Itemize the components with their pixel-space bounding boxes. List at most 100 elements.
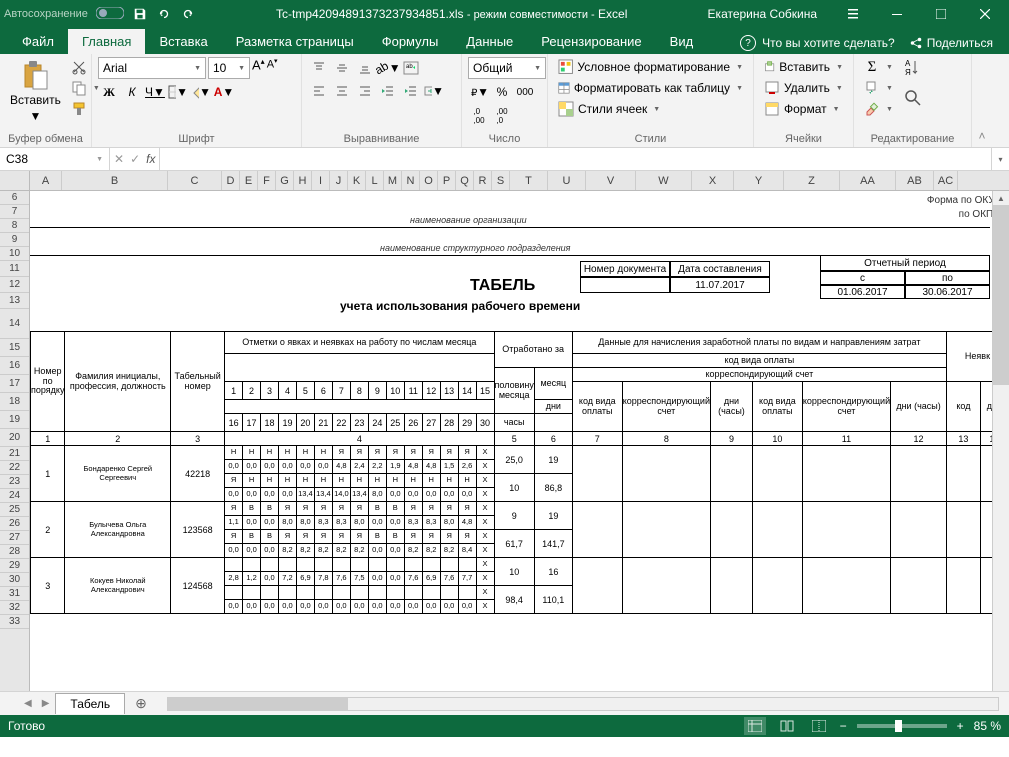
cell-styles-button[interactable]: Стили ячеек▼ bbox=[554, 99, 747, 119]
row-header[interactable]: 20 bbox=[0, 429, 29, 447]
redo-icon[interactable] bbox=[180, 6, 196, 22]
col-header[interactable]: D bbox=[222, 171, 240, 190]
vertical-scrollbar[interactable]: ▲ bbox=[992, 191, 1009, 691]
row-header[interactable]: 27 bbox=[0, 531, 29, 545]
col-header[interactable]: P bbox=[438, 171, 456, 190]
font-name-combo[interactable]: Arial▼ bbox=[98, 57, 206, 79]
formula-input[interactable] bbox=[160, 148, 991, 170]
comma-icon[interactable]: 000 bbox=[514, 81, 536, 103]
wrap-text-icon[interactable]: ab bbox=[400, 57, 422, 79]
currency-icon[interactable]: ₽▼ bbox=[468, 81, 490, 103]
row-header[interactable]: 26 bbox=[0, 517, 29, 531]
paste-button[interactable]: Вставить▼ bbox=[6, 57, 65, 131]
row-header[interactable]: 9 bbox=[0, 233, 29, 247]
col-header[interactable]: T bbox=[510, 171, 548, 190]
align-middle-icon[interactable] bbox=[331, 57, 353, 79]
col-header[interactable]: O bbox=[420, 171, 438, 190]
row-header[interactable]: 8 bbox=[0, 219, 29, 233]
col-header[interactable]: L bbox=[366, 171, 384, 190]
col-header[interactable]: J bbox=[330, 171, 348, 190]
row-header[interactable]: 31 bbox=[0, 587, 29, 601]
tab-nav-prev-icon[interactable]: ◀ bbox=[20, 698, 36, 709]
clear-button[interactable]: ▼ bbox=[860, 99, 897, 119]
tab-formulas[interactable]: Формулы bbox=[368, 29, 453, 54]
increase-decimal-icon[interactable]: ,0,00 bbox=[468, 105, 490, 127]
row-header[interactable]: 11 bbox=[0, 261, 29, 277]
row-header[interactable]: 25 bbox=[0, 503, 29, 517]
percent-icon[interactable]: % bbox=[491, 81, 513, 103]
tab-home[interactable]: Главная bbox=[68, 29, 145, 54]
conditional-formatting-button[interactable]: Условное форматирование▼ bbox=[554, 57, 747, 77]
autosave-toggle[interactable] bbox=[96, 7, 124, 22]
add-sheet-icon[interactable]: ⊕ bbox=[127, 695, 155, 712]
border-button[interactable]: ▼ bbox=[167, 81, 189, 103]
delete-cells-button[interactable]: Удалить▼ bbox=[760, 78, 847, 98]
save-icon[interactable] bbox=[132, 6, 148, 22]
font-size-combo[interactable]: 10▼ bbox=[208, 57, 250, 79]
zoom-level[interactable]: 85 % bbox=[974, 719, 1001, 733]
select-all-corner[interactable] bbox=[0, 171, 30, 190]
sheet-tab[interactable]: Табель bbox=[55, 693, 125, 714]
col-header[interactable]: K bbox=[348, 171, 366, 190]
row-header[interactable]: 17 bbox=[0, 375, 29, 393]
italic-button[interactable]: К bbox=[121, 81, 143, 103]
decrease-indent-icon[interactable] bbox=[377, 80, 399, 102]
collapse-ribbon-icon[interactable]: ˄ bbox=[972, 54, 992, 147]
share-button[interactable]: Поделиться bbox=[901, 32, 1001, 54]
normal-view-icon[interactable] bbox=[744, 717, 766, 735]
fill-button[interactable]: ▼ bbox=[860, 78, 897, 98]
align-center-icon[interactable] bbox=[331, 80, 353, 102]
tellme[interactable]: Что вы хотите сделать? bbox=[762, 36, 895, 50]
format-cells-button[interactable]: Формат▼ bbox=[760, 99, 847, 119]
autosum-button[interactable]: Σ▼ bbox=[860, 57, 897, 77]
row-header[interactable]: 23 bbox=[0, 475, 29, 489]
row-header[interactable]: 13 bbox=[0, 293, 29, 309]
row-header[interactable]: 7 bbox=[0, 205, 29, 219]
row-header[interactable]: 32 bbox=[0, 601, 29, 615]
row-header[interactable]: 28 bbox=[0, 545, 29, 559]
number-format-combo[interactable]: Общий▼ bbox=[468, 57, 546, 79]
fx-icon[interactable]: fx bbox=[146, 152, 155, 166]
font-color-button[interactable]: A▼ bbox=[213, 81, 235, 103]
help-icon[interactable]: ? bbox=[740, 35, 756, 51]
tab-data[interactable]: Данные bbox=[452, 29, 527, 54]
row-header[interactable]: 14 bbox=[0, 309, 29, 339]
name-box[interactable]: C38▼ bbox=[0, 148, 110, 170]
align-left-icon[interactable] bbox=[308, 80, 330, 102]
col-header[interactable]: V bbox=[586, 171, 636, 190]
increase-indent-icon[interactable] bbox=[400, 80, 422, 102]
row-header[interactable]: 21 bbox=[0, 447, 29, 461]
row-header[interactable]: 12 bbox=[0, 277, 29, 293]
close-icon[interactable] bbox=[965, 0, 1005, 28]
layout-view-icon[interactable] bbox=[776, 717, 798, 735]
tab-insert[interactable]: Вставка bbox=[145, 29, 221, 54]
col-header[interactable]: U bbox=[548, 171, 586, 190]
col-header[interactable]: N bbox=[402, 171, 420, 190]
col-header[interactable]: AA bbox=[840, 171, 896, 190]
tab-nav-next-icon[interactable]: ▶ bbox=[38, 698, 54, 709]
horizontal-scrollbar[interactable] bbox=[167, 697, 999, 711]
col-header[interactable]: Q bbox=[456, 171, 474, 190]
expand-formula-icon[interactable]: ▾ bbox=[991, 148, 1009, 170]
row-header[interactable]: 16 bbox=[0, 357, 29, 375]
insert-cells-button[interactable]: Вставить▼ bbox=[760, 57, 847, 77]
align-top-icon[interactable] bbox=[308, 57, 330, 79]
col-header[interactable]: G bbox=[276, 171, 294, 190]
tab-review[interactable]: Рецензирование bbox=[527, 29, 655, 54]
col-header[interactable]: Y bbox=[734, 171, 784, 190]
align-right-icon[interactable] bbox=[354, 80, 376, 102]
col-header[interactable]: AB bbox=[896, 171, 934, 190]
col-header[interactable]: F bbox=[258, 171, 276, 190]
col-header[interactable]: B bbox=[62, 171, 168, 190]
zoom-slider[interactable] bbox=[857, 724, 947, 728]
col-header[interactable]: E bbox=[240, 171, 258, 190]
zoom-out-icon[interactable]: − bbox=[840, 719, 847, 733]
row-header[interactable]: 18 bbox=[0, 393, 29, 411]
col-header[interactable]: X bbox=[692, 171, 734, 190]
col-header[interactable]: M bbox=[384, 171, 402, 190]
find-select-button[interactable] bbox=[903, 88, 931, 118]
row-header[interactable]: 10 bbox=[0, 247, 29, 261]
increase-font-icon[interactable]: A▴ bbox=[252, 57, 265, 79]
col-header[interactable]: I bbox=[312, 171, 330, 190]
row-header[interactable]: 33 bbox=[0, 615, 29, 629]
